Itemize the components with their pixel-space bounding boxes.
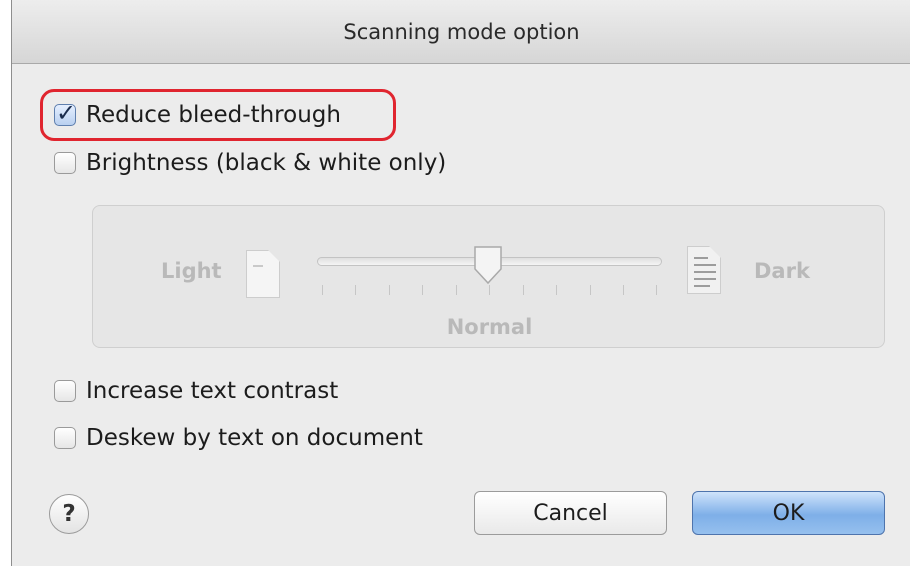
deskew-label: Deskew by text on document: [86, 425, 423, 451]
scanning-mode-dialog: Scanning mode option ✓ Reduce bleed-thro…: [11, 0, 910, 566]
brightness-label: Brightness (black & white only): [86, 150, 447, 176]
reduce-bleed-label: Reduce bleed-through: [86, 102, 341, 128]
increase-contrast-label: Increase text contrast: [86, 378, 339, 404]
brightness-panel: Light Dark Normal: [92, 205, 885, 348]
checkbox-unchecked-icon: [54, 380, 76, 402]
help-button[interactable]: ?: [49, 494, 89, 534]
brightness-checkbox[interactable]: Brightness (black & white only): [54, 146, 446, 180]
light-document-icon: [246, 250, 280, 298]
light-label: Light: [161, 259, 222, 283]
checkbox-unchecked-icon: [54, 427, 76, 449]
increase-contrast-checkbox[interactable]: Increase text contrast: [54, 374, 338, 408]
deskew-checkbox[interactable]: Deskew by text on document: [54, 421, 423, 455]
ok-button[interactable]: OK: [692, 491, 885, 535]
checkbox-unchecked-icon: [54, 152, 76, 174]
reduce-bleed-checkbox[interactable]: ✓ Reduce bleed-through: [54, 98, 341, 132]
slider-ticks: [322, 285, 657, 295]
dark-document-icon: [687, 246, 721, 294]
cancel-button[interactable]: Cancel: [474, 491, 667, 535]
dialog-title: Scanning mode option: [12, 0, 910, 64]
dark-label: Dark: [754, 259, 810, 283]
normal-label: Normal: [446, 315, 533, 339]
slider-thumb[interactable]: [472, 245, 504, 285]
checkbox-checked-icon: ✓: [54, 99, 77, 127]
